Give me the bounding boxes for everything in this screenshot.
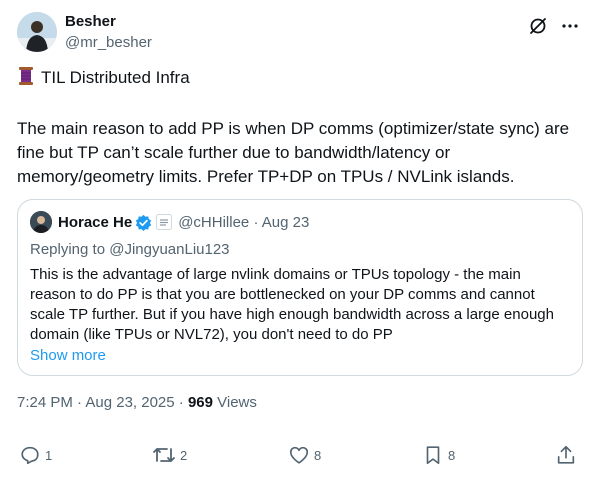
heart-icon [289, 446, 309, 464]
verified-badge-icon [135, 214, 152, 231]
reply-button[interactable]: 1 [19, 442, 52, 468]
more-options-icon[interactable] [559, 15, 581, 37]
quote-body-line: reason to do PP is that you are bottlene… [30, 286, 535, 303]
repost-icon [153, 448, 175, 462]
author-avatar[interactable] [17, 12, 57, 52]
quote-body: This is the advantage of large nvlink do… [30, 265, 570, 345]
repost-button[interactable]: 2 [152, 442, 187, 468]
views-count: 969 [187, 394, 213, 411]
tweet-timestamp: 7:24 PM · Aug 23, 2025 · 969 Views [17, 392, 257, 414]
grok-icon[interactable] [527, 15, 549, 37]
thread-spool-icon [17, 66, 35, 93]
reply-count: 1 [45, 447, 53, 463]
affiliation-badge-icon [156, 214, 173, 230]
tweet-first-line: TIL Distributed Infra [41, 68, 190, 87]
tweet-body-line: memory/geometry limits. Prefer TP+DP on … [17, 167, 515, 186]
tweet-body-line: fine but TP can’t scale further due to b… [17, 143, 451, 162]
like-count: 8 [314, 447, 322, 463]
bookmark-icon [426, 446, 440, 465]
replying-to: Replying to @JingyuanLiu123 [30, 241, 230, 258]
author-display-name[interactable]: Besher [65, 13, 152, 31]
quote-author-name: Horace He [58, 213, 133, 231]
like-button[interactable]: 8 [288, 442, 321, 468]
tweet-header: Besher @mr_besher [17, 12, 583, 54]
quote-body-line: domain (like TPUs or NVL72), you don't n… [30, 326, 393, 343]
action-bar: 1 2 8 8 [17, 442, 583, 468]
share-button[interactable] [555, 442, 577, 468]
author-handle[interactable]: @mr_besher [65, 33, 152, 53]
quote-body-line: scale TP further. But if you have high e… [30, 306, 554, 323]
show-more-link[interactable]: Show more [30, 346, 570, 366]
tweet-body-line: The main reason to add PP is when DP com… [17, 119, 570, 138]
time-date[interactable]: 7:24 PM · Aug 23, 2025 · [17, 394, 188, 411]
bookmark-button[interactable]: 8 [422, 442, 455, 468]
quote-handle-date: @cHHillee · Aug 23 [178, 213, 310, 231]
quoted-tweet[interactable]: Horace He @cHHillee · Aug 23 Replying to… [17, 199, 583, 376]
reply-icon [21, 446, 39, 465]
bookmark-count: 8 [448, 447, 456, 463]
share-icon [557, 445, 575, 464]
quote-author-avatar [30, 211, 52, 233]
views-label: Views [212, 394, 257, 411]
quote-body-line: This is the advantage of large nvlink do… [30, 266, 521, 283]
repost-count: 2 [180, 447, 188, 463]
tweet-text: TIL Distributed Infra The main reason to… [17, 66, 587, 189]
